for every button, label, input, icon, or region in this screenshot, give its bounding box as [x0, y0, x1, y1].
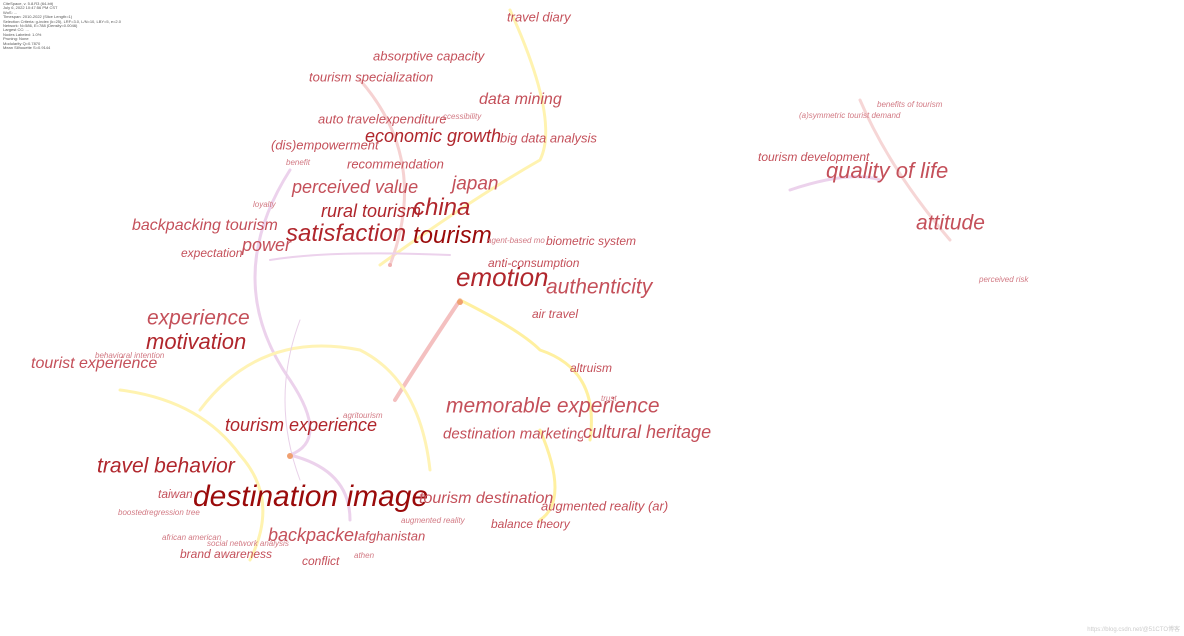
keyword-label[interactable]: brand awareness: [180, 548, 272, 560]
keyword-label[interactable]: power: [242, 236, 291, 254]
keyword-label[interactable]: data mining: [479, 92, 562, 108]
keyword-label[interactable]: recommendation: [347, 158, 444, 171]
edge: [393, 298, 462, 402]
keyword-label[interactable]: taiwan: [158, 488, 193, 500]
node: [388, 263, 392, 267]
keyword-label[interactable]: biometric system: [546, 235, 636, 247]
keyword-label[interactable]: boostedregression tree: [118, 509, 200, 517]
keyword-label[interactable]: destination marketing: [443, 427, 583, 442]
keyword-label[interactable]: quality of life: [826, 160, 948, 182]
keyword-label[interactable]: expectation: [181, 247, 242, 259]
keyword-label[interactable]: tourism experience: [225, 416, 377, 434]
keyword-label[interactable]: ccessibility: [443, 113, 481, 121]
keyword-label[interactable]: tourism: [413, 224, 492, 248]
keyword-label[interactable]: tourist experience: [31, 356, 157, 372]
node: [287, 453, 293, 459]
info-line: Mean Silhouette S=0.9144: [3, 45, 51, 51]
keyword-label[interactable]: destination image: [193, 482, 428, 512]
keyword-label[interactable]: augmented reality (ar): [541, 500, 668, 513]
keyword-label[interactable]: absorptive capacity: [373, 50, 484, 63]
analysis-info-panel: CiteSpace, v. 5.8.R3 (64-bit) July 6, 202…: [3, 1, 121, 51]
keyword-label[interactable]: travel behavior: [97, 456, 235, 477]
keyword-label[interactable]: agent-based mo: [487, 237, 545, 245]
keyword-label[interactable]: authenticity: [546, 277, 652, 298]
keyword-label[interactable]: benefit: [286, 159, 310, 167]
edge: [253, 168, 312, 457]
keyword-label[interactable]: balance theory: [491, 518, 570, 530]
keyword-label[interactable]: rural tourism: [321, 202, 421, 220]
citespace-keyword-network: CiteSpace, v. 5.8.R3 (64-bit) July 6, 202…: [0, 0, 1184, 636]
keyword-label[interactable]: experience: [147, 308, 250, 329]
keyword-label[interactable]: emotion: [456, 264, 549, 290]
keyword-label[interactable]: benefits of tourism: [877, 101, 942, 109]
keyword-label[interactable]: afghanistan: [358, 530, 425, 543]
keyword-label[interactable]: backpacking tourism: [132, 218, 278, 234]
edge: [269, 252, 451, 261]
keyword-label[interactable]: economic growth: [365, 127, 501, 145]
keyword-label[interactable]: altruism: [570, 362, 612, 374]
keyword-label[interactable]: motivation: [146, 331, 246, 353]
keyword-label[interactable]: augmented reality: [401, 517, 465, 525]
keyword-label[interactable]: cultural heritage: [583, 423, 711, 441]
node: [457, 299, 463, 305]
keyword-label[interactable]: conflict: [302, 555, 339, 567]
keyword-label[interactable]: japan: [452, 175, 499, 194]
keyword-label[interactable]: loyalty: [253, 201, 276, 209]
keyword-label[interactable]: memorable experience: [446, 396, 660, 417]
keyword-label[interactable]: athen: [354, 552, 374, 560]
keyword-label[interactable]: auto travelexpenditure: [318, 113, 447, 126]
keyword-label[interactable]: (dis)empowerment: [271, 139, 379, 152]
keyword-label[interactable]: air travel: [532, 308, 578, 320]
keyword-label[interactable]: (a)symmetric tourist demand: [799, 112, 900, 120]
keyword-label[interactable]: tourism specialization: [309, 71, 433, 84]
keyword-label[interactable]: china: [413, 196, 470, 220]
keyword-label[interactable]: attitude: [916, 213, 985, 234]
watermark: https://blog.csdn.net/@51CTO博客: [1087, 627, 1180, 633]
keyword-label[interactable]: tourism destination: [419, 491, 553, 507]
keyword-label[interactable]: perceived value: [292, 178, 418, 196]
keyword-label[interactable]: perceived risk: [979, 276, 1028, 284]
edge: [198, 344, 432, 472]
keyword-label[interactable]: big data analysis: [500, 132, 597, 145]
keyword-label[interactable]: travel diary: [507, 11, 571, 24]
keyword-label[interactable]: satisfaction: [286, 222, 406, 246]
